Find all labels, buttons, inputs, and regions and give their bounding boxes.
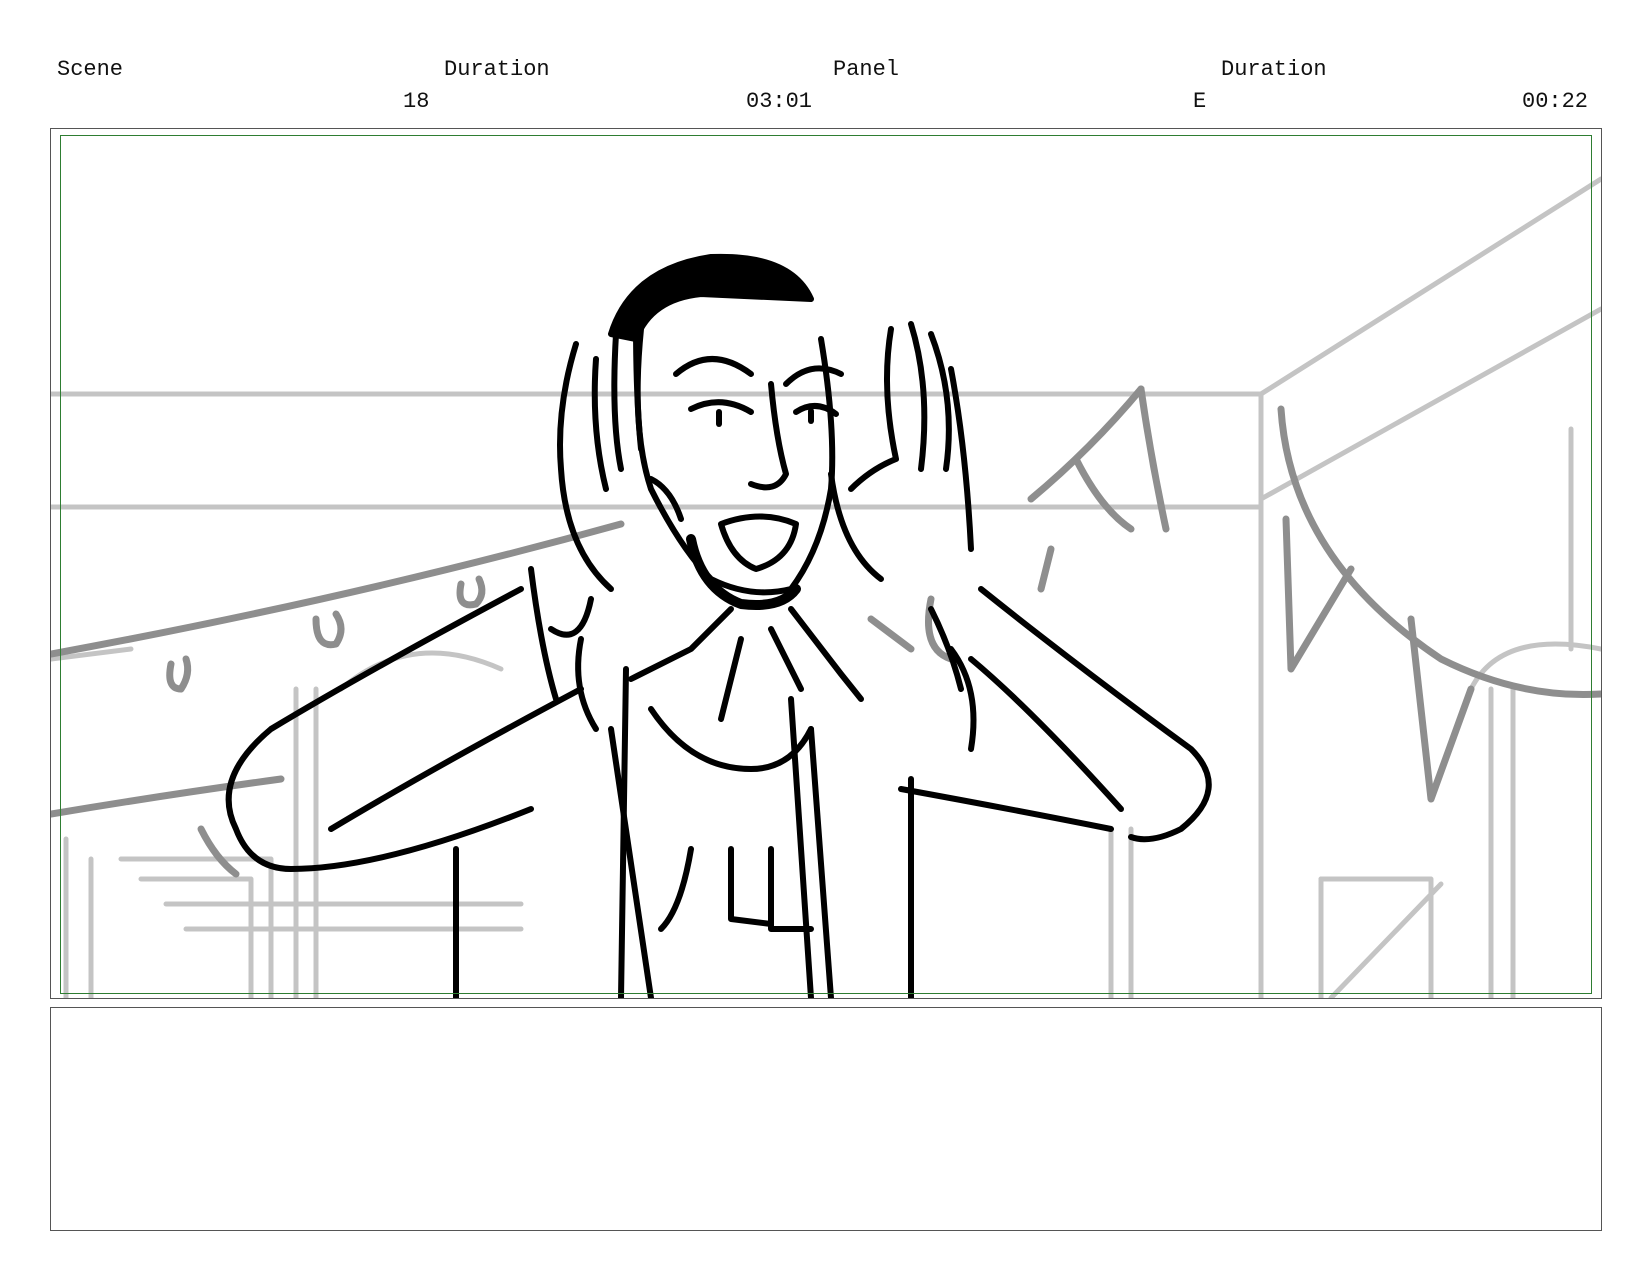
panel-letter: E <box>1193 89 1207 114</box>
storyboard-panel <box>50 128 1602 999</box>
panel-duration-label: Duration <box>1221 57 1327 82</box>
background-sketch <box>51 176 1601 998</box>
scene-duration-label: Duration <box>444 57 550 82</box>
scene-label: Scene <box>57 57 124 82</box>
scene-number: 18 <box>403 89 430 114</box>
panel-label: Panel <box>833 57 900 82</box>
scene-duration-value: 03:01 <box>746 89 813 114</box>
bunting-sketch <box>51 385 1601 878</box>
panel-duration-value: 00:22 <box>1522 89 1589 114</box>
panel-sketch <box>51 176 1601 998</box>
panel-notes-box[interactable] <box>50 1007 1602 1231</box>
character-sketch <box>225 253 1212 998</box>
